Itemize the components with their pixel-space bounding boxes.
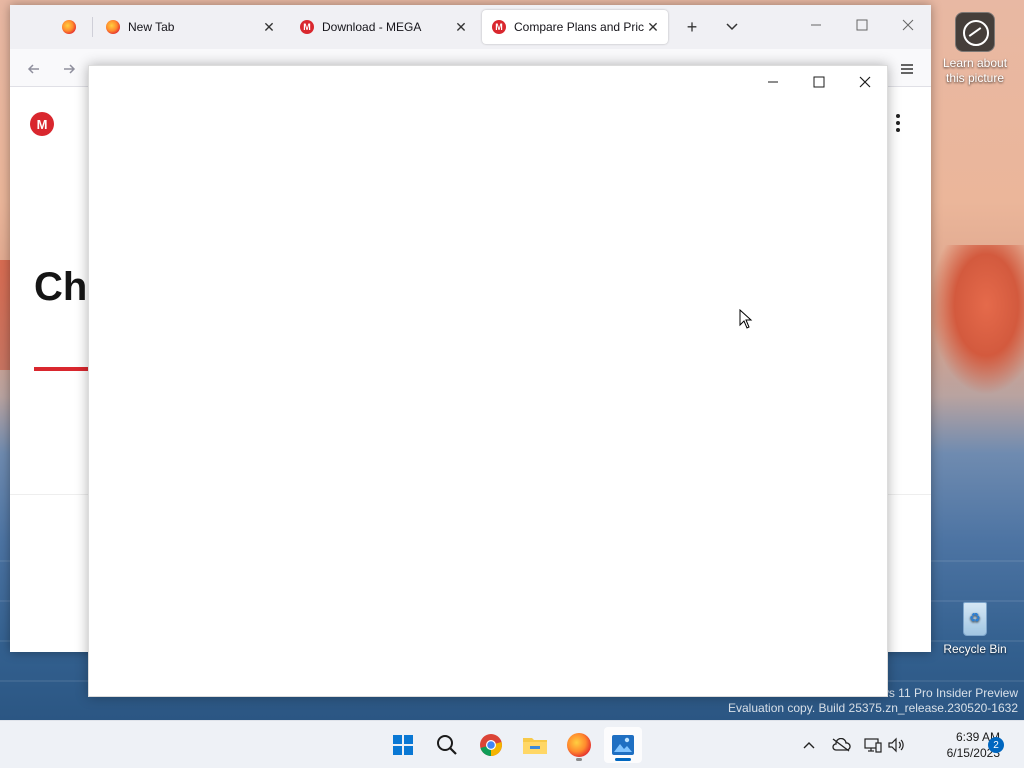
- tab-pinned-firefox[interactable]: [50, 10, 90, 44]
- maximize-icon: [813, 76, 825, 88]
- taskbar-firefox[interactable]: [560, 727, 598, 763]
- tab-compare-plans[interactable]: M Compare Plans and Pricin ✕: [482, 10, 668, 44]
- maximize-icon: [856, 19, 868, 31]
- browser-close-button[interactable]: [885, 5, 931, 45]
- taskbar-photos[interactable]: [604, 727, 642, 763]
- tab-strip: New Tab ✕ M Download - MEGA ✕ M Compare …: [10, 5, 931, 49]
- firefox-icon: [106, 20, 120, 34]
- taskbar-chrome[interactable]: [472, 727, 510, 763]
- start-button[interactable]: [384, 727, 422, 763]
- blank-app-window[interactable]: [88, 65, 888, 697]
- close-icon: [902, 19, 914, 31]
- tab-separator: [92, 17, 93, 37]
- taskbar-search-button[interactable]: [428, 727, 466, 763]
- tab-new-tab[interactable]: New Tab ✕: [98, 10, 284, 44]
- chrome-icon: [480, 734, 502, 756]
- forward-button[interactable]: [55, 55, 83, 83]
- recycle-bin-icon: ♻: [959, 598, 991, 638]
- dialog-minimize-button[interactable]: [750, 66, 796, 98]
- arrow-right-icon: [64, 64, 76, 74]
- desktop-icon-label: Recycle Bin: [943, 642, 1007, 656]
- clock-time: 6:39 AM: [955, 730, 1000, 744]
- cloud-offline-icon: [832, 738, 851, 752]
- os-watermark-line1: ws 11 Pro Insider Preview: [880, 686, 1018, 700]
- app-menu-button[interactable]: [893, 55, 921, 83]
- os-watermark-line2: Evaluation copy. Build 25375.zn_release.…: [728, 701, 1018, 715]
- list-all-tabs-button[interactable]: [715, 10, 749, 44]
- minimize-icon: [768, 81, 778, 83]
- network-icon: [864, 738, 882, 753]
- taskbar: 6:39 AM 6/15/2023 2: [0, 720, 1024, 768]
- learn-picture-icon: [955, 12, 995, 52]
- mouse-cursor-icon: [739, 309, 753, 329]
- active-indicator: [615, 758, 631, 761]
- running-indicator: [576, 758, 582, 761]
- mega-logo[interactable]: M: [30, 112, 54, 136]
- minimize-icon: [811, 24, 821, 26]
- tab-label: Compare Plans and Pricin: [514, 20, 644, 34]
- firefox-icon: [567, 733, 591, 757]
- dialog-maximize-button[interactable]: [796, 66, 842, 98]
- onedrive-tray[interactable]: [828, 721, 854, 768]
- mega-icon: M: [492, 20, 506, 34]
- close-icon: [859, 76, 871, 88]
- desktop-icon-label: Learn about this picture: [942, 56, 1008, 85]
- kebab-dot: [896, 121, 900, 125]
- show-hidden-icons-button[interactable]: [798, 721, 820, 768]
- browser-maximize-button[interactable]: [839, 5, 885, 45]
- chevron-up-icon: [803, 742, 815, 749]
- network-tray[interactable]: [860, 721, 886, 768]
- close-tab-icon[interactable]: ✕: [260, 18, 278, 36]
- desktop-icon-learn-about-picture[interactable]: Learn about this picture: [937, 12, 1013, 86]
- start-icon: [393, 735, 413, 755]
- tab-download-mega[interactable]: M Download - MEGA ✕: [290, 10, 476, 44]
- desktop-icon-recycle-bin[interactable]: ♻ Recycle Bin: [937, 598, 1013, 657]
- wallpaper-flamingo: [930, 245, 1024, 395]
- tab-label: Download - MEGA: [322, 20, 422, 34]
- new-tab-button[interactable]: +: [675, 10, 709, 44]
- close-tab-icon[interactable]: ✕: [452, 18, 470, 36]
- tab-label: New Tab: [128, 20, 175, 34]
- firefox-icon: [62, 20, 76, 34]
- search-icon: [437, 735, 457, 755]
- taskbar-file-explorer[interactable]: [516, 727, 554, 763]
- page-heading: Ch: [34, 265, 88, 309]
- mega-icon: M: [300, 20, 314, 34]
- browser-minimize-button[interactable]: [793, 5, 839, 45]
- back-button[interactable]: [20, 55, 48, 83]
- close-tab-icon[interactable]: ✕: [644, 18, 662, 36]
- arrow-left-icon: [27, 64, 39, 74]
- more-options-button[interactable]: [890, 111, 906, 135]
- kebab-dot: [896, 114, 900, 118]
- hamburger-menu-icon: [901, 64, 913, 74]
- file-explorer-icon: [523, 738, 547, 754]
- notification-badge[interactable]: 2: [988, 737, 1004, 753]
- dialog-close-button[interactable]: [842, 66, 888, 98]
- speaker-icon: [888, 737, 904, 753]
- chevron-down-icon: [726, 23, 738, 31]
- taskbar-clock[interactable]: 6:39 AM 6/15/2023: [910, 729, 1000, 761]
- volume-tray[interactable]: [884, 721, 908, 768]
- clock-date: 6/15/2023: [946, 746, 1000, 760]
- kebab-dot: [896, 128, 900, 132]
- photos-icon: [612, 735, 634, 755]
